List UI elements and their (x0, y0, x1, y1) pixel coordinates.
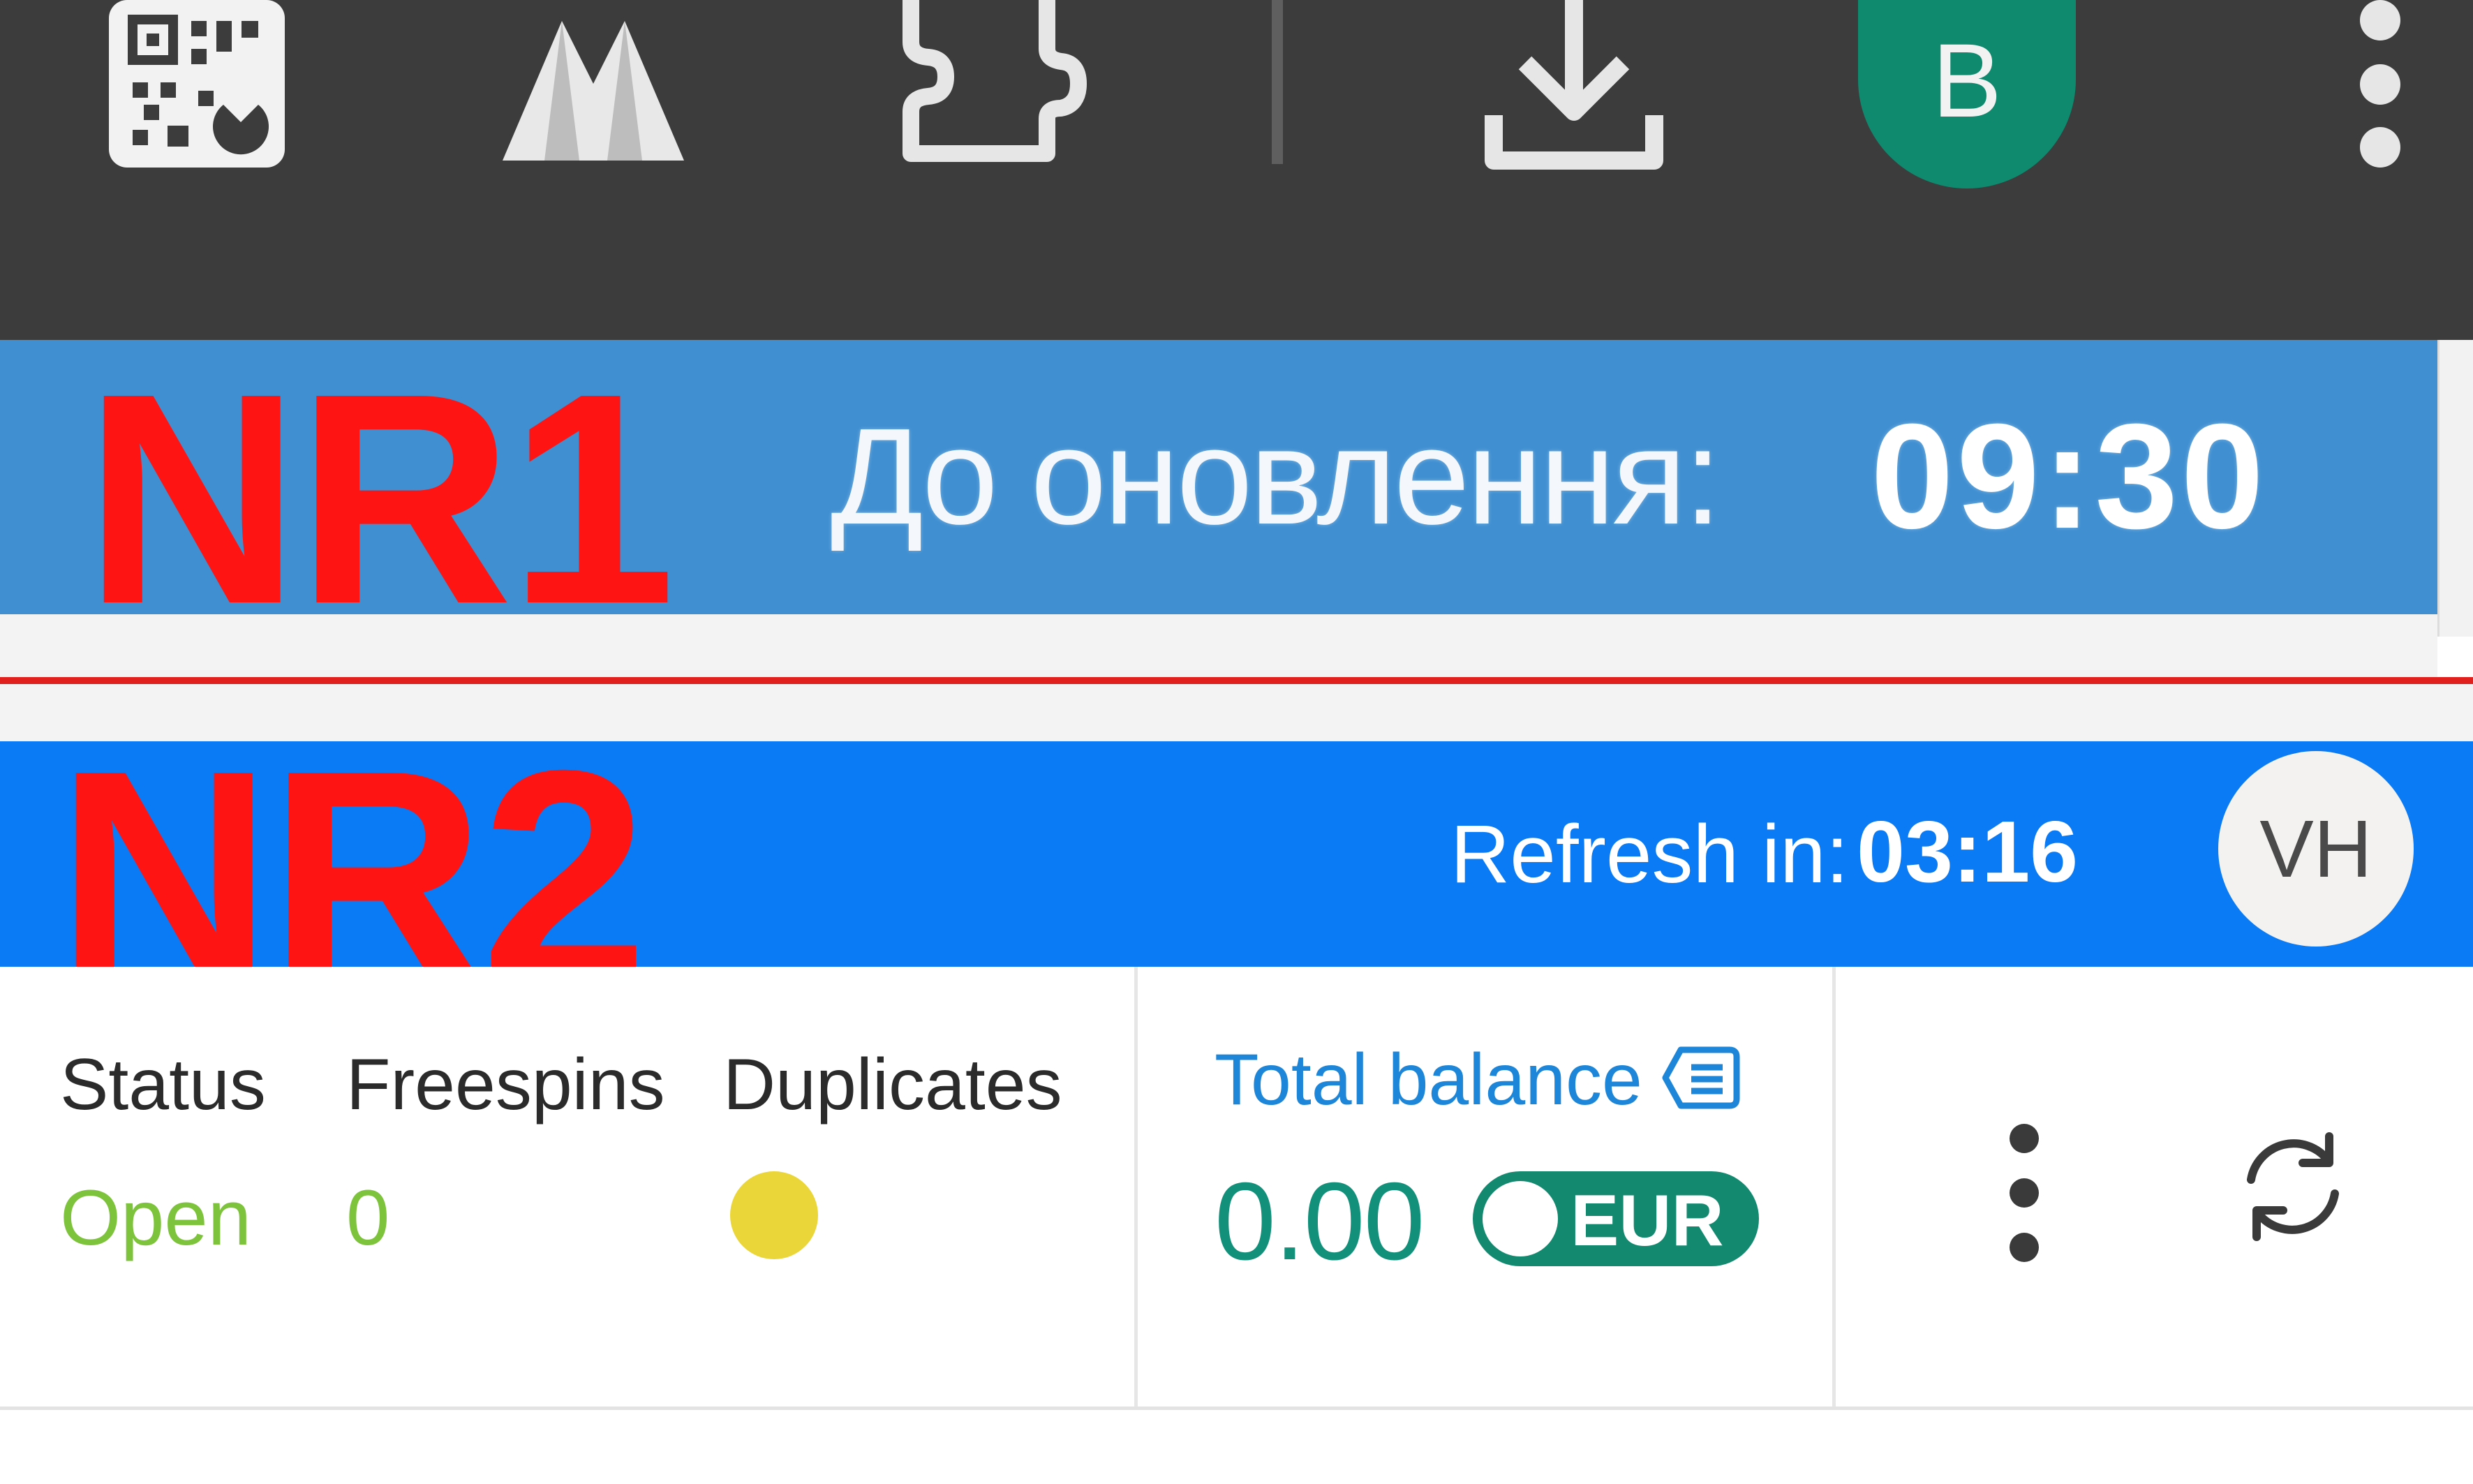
panel-bottom-border (0, 1407, 2473, 1410)
profile-initial: B (1931, 21, 2003, 139)
nr1-countdown-label: До оновлення: (831, 400, 1722, 553)
total-balance-label: Total balance (1215, 1039, 1642, 1120)
nr1-annotation-label: NR1 (84, 332, 676, 667)
nr2-refresh-label: Refresh in: (1450, 808, 1849, 900)
refresh-icon[interactable] (2230, 1124, 2356, 1253)
freespins-label: Freespins (346, 1044, 665, 1125)
more-vert-icon[interactable] (2338, 0, 2422, 168)
puzzle-extensions-icon[interactable] (897, 0, 1092, 171)
section-divider (0, 677, 2473, 684)
nr1-scrollbar-edge[interactable] (2437, 340, 2473, 637)
user-avatar[interactable]: VH (2218, 751, 2414, 947)
browser-toolbar (0, 0, 2473, 340)
currency-toggle[interactable]: EUR (1473, 1171, 1759, 1266)
download-icon[interactable] (1480, 0, 1668, 178)
total-balance-value: 0.00 (1215, 1160, 1425, 1283)
column-divider (1832, 967, 1836, 1408)
duplicates-status-dot (730, 1171, 818, 1259)
toggle-knob (1483, 1181, 1558, 1256)
status-value: Open (60, 1174, 251, 1261)
currency-code: EUR (1570, 1180, 1724, 1261)
column-divider (1134, 967, 1138, 1408)
user-initials: VH (2259, 803, 2372, 894)
toolbar-separator (1272, 0, 1283, 164)
mountain-extension-icon[interactable] (496, 0, 691, 171)
duplicates-label: Duplicates (723, 1044, 1062, 1125)
list-icon[interactable] (1660, 1043, 1744, 1116)
nr2-refresh-time: 03:16 (1857, 804, 2079, 900)
more-vert-icon[interactable] (2003, 1124, 2045, 1262)
qr-code-icon[interactable] (105, 0, 293, 178)
freespins-value: 0 (346, 1174, 390, 1261)
status-label: Status (60, 1044, 266, 1125)
nr1-countdown-time: 09:30 (1871, 393, 2267, 560)
